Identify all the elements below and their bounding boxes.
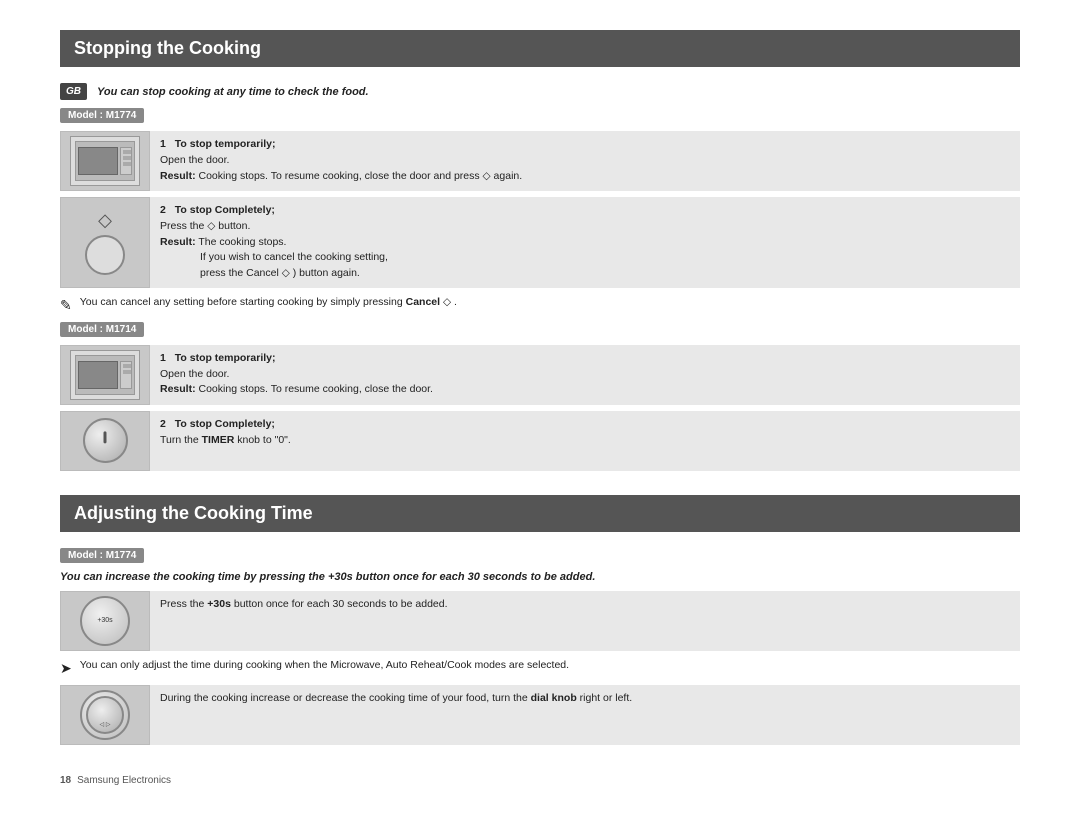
brand-name: Samsung Electronics — [77, 775, 171, 786]
model2-badge: Model : M1714 — [60, 322, 144, 337]
model1-badge: Model : M1774 — [60, 108, 144, 123]
m1714-step1-block: 1 To stop temporarily; Open the door. Re… — [60, 345, 1020, 405]
footer: 18 Samsung Electronics — [60, 775, 1020, 786]
m1774-step1-block: 1 To stop temporarily; Open the door. Re… — [60, 131, 1020, 191]
m1774-step2-block: ◇ 2 To stop Completely; Press the ◇ butt… — [60, 197, 1020, 288]
section2-step2-image: ◁ ▷ — [60, 685, 150, 745]
m1714-step2-image — [60, 411, 150, 471]
plus30s-button-icon: +30s — [80, 596, 130, 646]
m1714-step2-block: 2 To stop Completely; Turn the TIMER kno… — [60, 411, 1020, 471]
section2-model-badge: Model : M1774 — [60, 548, 144, 563]
m1774-step1-image — [60, 131, 150, 191]
section1-intro: GB You can stop cooking at any time to c… — [60, 83, 1020, 100]
section2-title: Adjusting the Cooking Time — [60, 495, 1020, 532]
m1714-step1-image — [60, 345, 150, 405]
section2: Adjusting the Cooking Time Model : M1774… — [60, 495, 1020, 745]
microwave-icon — [70, 136, 140, 186]
m1714-step2-content: 2 To stop Completely; Turn the TIMER kno… — [150, 411, 1020, 471]
section2-step1-image: +30s — [60, 591, 150, 651]
section2-intro: You can increase the cooking time by pre… — [60, 571, 1020, 583]
cancel-button-icon — [85, 235, 125, 275]
section1-title: Stopping the Cooking — [60, 30, 1020, 67]
microwave2-icon — [70, 350, 140, 400]
m1774-note: ✎ You can cancel any setting before star… — [60, 296, 1020, 314]
section2-step1-block: +30s Press the +30s button once for each… — [60, 591, 1020, 651]
m1774-step2-content: 2 To stop Completely; Press the ◇ button… — [150, 197, 1020, 288]
gb-badge: GB — [60, 83, 87, 100]
note-icon: ✎ — [60, 297, 72, 314]
section2-note: ➤ You can only adjust the time during co… — [60, 659, 1020, 677]
page-number: 18 — [60, 775, 71, 786]
arrow-icon: ➤ — [60, 660, 72, 677]
section1: Stopping the Cooking GB You can stop coo… — [60, 30, 1020, 471]
dial-knob-icon: ◁ ▷ — [80, 690, 130, 740]
m1774-step1-content: 1 To stop temporarily; Open the door. Re… — [150, 131, 1020, 191]
m1714-step1-content: 1 To stop temporarily; Open the door. Re… — [150, 345, 1020, 405]
timer-knob-icon — [83, 418, 128, 463]
section2-step1-content: Press the +30s button once for each 30 s… — [150, 591, 1020, 651]
section2-step2-block: ◁ ▷ During the cooking increase or decre… — [60, 685, 1020, 745]
m1774-step2-image: ◇ — [60, 197, 150, 288]
section2-step2-content: During the cooking increase or decrease … — [150, 685, 1020, 745]
